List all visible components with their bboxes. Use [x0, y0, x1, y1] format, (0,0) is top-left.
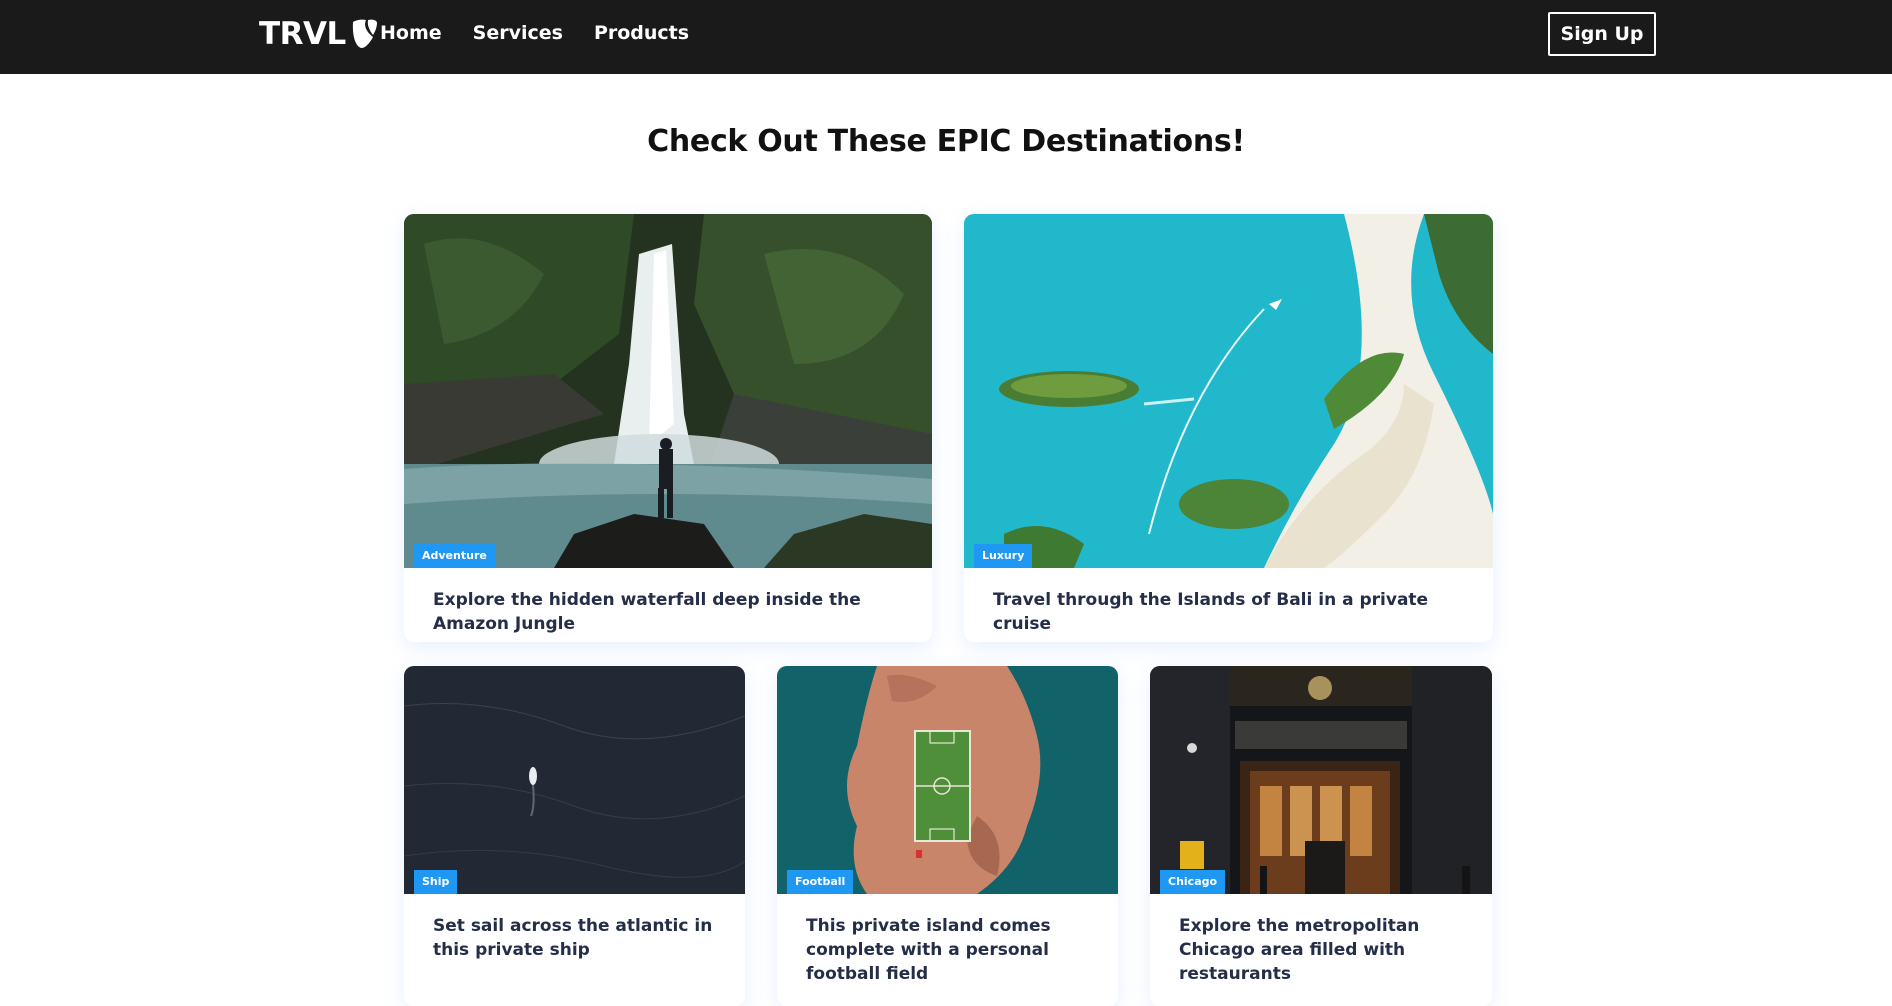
- navbar-container: TRVL Home Services Products Sign Up: [0, 0, 1892, 74]
- logo-link[interactable]: TRVL: [259, 16, 378, 52]
- islands-image: Luxury: [964, 214, 1493, 568]
- card-description: Travel through the Islands of Bali in a …: [993, 590, 1429, 634]
- category-badge-ship: Ship: [414, 870, 458, 894]
- nav-link-products[interactable]: Products: [594, 22, 689, 44]
- navbar: TRVL Home Services Products Sign Up: [0, 0, 1892, 74]
- category-badge-football: Football: [787, 870, 854, 894]
- destination-card-ship[interactable]: Ship Set sail across the atlantic in thi…: [404, 666, 745, 1006]
- category-badge-adventure: Adventure: [414, 544, 495, 568]
- card-description: This private island comes complete with …: [806, 916, 1051, 984]
- destination-card-chicago[interactable]: Chicago Explore the metropolitan Chicago…: [1150, 666, 1492, 1006]
- logo-text: TRVL: [259, 16, 346, 52]
- nav-link-home[interactable]: Home: [380, 22, 442, 44]
- ship-image: Ship: [404, 666, 745, 894]
- category-badge-luxury: Luxury: [974, 544, 1033, 568]
- destination-card-waterfall[interactable]: Adventure Explore the hidden waterfall d…: [404, 214, 932, 642]
- destination-card-islands[interactable]: Luxury Travel through the Islands of Bal…: [964, 214, 1493, 642]
- category-badge-chicago: Chicago: [1160, 870, 1226, 894]
- football-island-image: Football: [777, 666, 1118, 894]
- waterfall-image: Adventure: [404, 214, 932, 568]
- card-description: Set sail across the atlantic in this pri…: [433, 916, 713, 960]
- nav-link-services[interactable]: Services: [473, 22, 563, 44]
- typo3-logo-icon: [352, 19, 377, 48]
- card-description: Explore the metropolitan Chicago area fi…: [1179, 916, 1420, 984]
- nav-links: Home Services Products: [380, 22, 720, 44]
- page-title: Check Out These EPIC Destinations!: [647, 124, 1245, 159]
- sign-up-button[interactable]: Sign Up: [1548, 12, 1656, 56]
- chicago-image: Chicago: [1150, 666, 1492, 894]
- destination-card-football[interactable]: Football This private island comes compl…: [777, 666, 1118, 1006]
- card-description: Explore the hidden waterfall deep inside…: [433, 590, 861, 634]
